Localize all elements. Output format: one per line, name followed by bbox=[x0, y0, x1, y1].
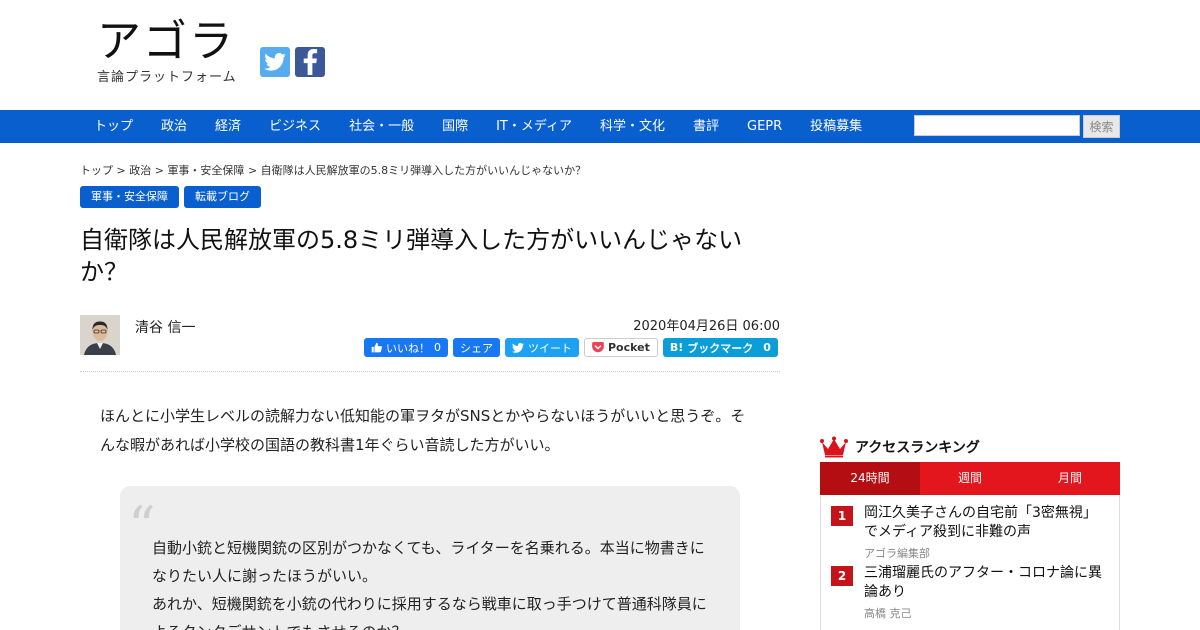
ranking-item-title[interactable]: 三浦瑠麗氏のアフター・コロナ論に異論あり bbox=[864, 564, 1109, 602]
breadcrumb-item-top[interactable]: トップ bbox=[80, 164, 113, 177]
ranking-number: 2 bbox=[831, 566, 853, 586]
hatena-bookmark-button[interactable]: B! ブックマーク 0 bbox=[662, 338, 778, 357]
nav-item-submission[interactable]: 投稿募集 bbox=[796, 110, 876, 143]
twitter-bird-icon bbox=[512, 342, 524, 353]
blockquote-text: 自動小銃と短機関銃の区別がつかなくても、ライターを名乗れる。本当に物書きになりた… bbox=[152, 534, 712, 630]
nav-item-it-media[interactable]: IT・メディア bbox=[482, 110, 586, 143]
ranking-title: アクセスランキング bbox=[855, 440, 980, 456]
site-logo[interactable]: アゴラ 言論プラットフォーム bbox=[97, 16, 237, 86]
nav-item-international[interactable]: 国際 bbox=[428, 110, 482, 143]
breadcrumb-item-current: 自衛隊は人民解放軍の5.8ミリ弾導入した方がいいんじゃないか？ bbox=[260, 164, 587, 177]
ranking-header: アクセスランキング bbox=[820, 436, 980, 458]
crown-icon bbox=[820, 436, 848, 458]
tag-military-security[interactable]: 軍事・安全保障 bbox=[80, 186, 179, 208]
pocket-button[interactable]: Pocket bbox=[584, 338, 658, 357]
nav-item-top[interactable]: トップ bbox=[80, 110, 147, 143]
publish-date: 2020年04月26日 06:00 bbox=[633, 319, 780, 334]
ranking-tabs: 24時間 週間 月間 bbox=[820, 462, 1120, 495]
facebook-share-button[interactable]: シェア bbox=[453, 338, 500, 357]
breadcrumb: トップ > 政治 > 軍事・安全保障 > 自衛隊は人民解放軍の5.8ミリ弾導入し… bbox=[80, 162, 586, 178]
breadcrumb-item-politics[interactable]: 政治 bbox=[129, 164, 151, 177]
pocket-icon bbox=[592, 342, 604, 353]
breadcrumb-separator: > bbox=[247, 164, 258, 177]
site-header: アゴラ 言論プラットフォーム bbox=[0, 0, 1200, 110]
facebook-icon[interactable] bbox=[295, 47, 325, 77]
breadcrumb-separator: > bbox=[116, 164, 126, 177]
nav-item-economy[interactable]: 経済 bbox=[201, 110, 255, 143]
search-input[interactable] bbox=[914, 115, 1080, 136]
search-button[interactable]: 検索 bbox=[1083, 115, 1120, 138]
pocket-label: Pocket bbox=[608, 341, 650, 354]
author-name[interactable]: 清谷 信一 bbox=[135, 317, 195, 337]
article-title: 自衛隊は人民解放軍の5.8ミリ弾導入した方がいいんじゃないか？ bbox=[80, 226, 743, 286]
ranking-item-author: アゴラ編集部 bbox=[864, 547, 930, 560]
tag-reposted-blog[interactable]: 転載ブログ bbox=[184, 186, 261, 208]
nav-item-gepr[interactable]: GEPR bbox=[733, 110, 796, 143]
quote-line: あれか、短機関銃を小銃の代わりに採用するなら戦車に取っ手つけて普通科隊員によるタ… bbox=[152, 595, 707, 630]
ranking-number: 1 bbox=[831, 506, 853, 526]
article-tags: 軍事・安全保障 転載ブログ bbox=[80, 186, 261, 208]
social-links bbox=[260, 47, 325, 77]
nav-item-society[interactable]: 社会・一般 bbox=[335, 110, 428, 143]
like-label: いいね！ bbox=[386, 341, 430, 355]
hatena-label: ブックマーク bbox=[687, 341, 754, 355]
hatena-count: 0 bbox=[763, 341, 771, 354]
article-paragraph: ほんとに小学生レベルの読解力ない低知能の軍ヲタがSNSとかやらないほうがいいと思… bbox=[100, 407, 746, 454]
like-count: 0 bbox=[434, 341, 441, 354]
nav-item-politics[interactable]: 政治 bbox=[147, 110, 201, 143]
author-divider bbox=[80, 371, 780, 372]
share-buttons: いいね！ 0 シェア ツイート Pocket B! ブックマーク 0 bbox=[364, 338, 778, 357]
ranking-item-title[interactable]: 岡江久美子さんの自宅前「3密無視」でメディア殺到に非難の声 bbox=[864, 504, 1109, 542]
ranking-tab-24h[interactable]: 24時間 bbox=[820, 462, 920, 495]
logo-main-text: アゴラ bbox=[97, 16, 235, 67]
ranking-tab-monthly[interactable]: 月間 bbox=[1020, 462, 1120, 495]
quote-line: 自動小銃と短機関銃の区別がつかなくても、ライターを名乗れる。本当に物書きになりた… bbox=[152, 539, 705, 585]
nav-items: トップ 政治 経済 ビジネス 社会・一般 国際 IT・メディア 科学・文化 書評… bbox=[80, 110, 876, 143]
share-label: シェア bbox=[460, 341, 493, 355]
breadcrumb-separator: > bbox=[154, 164, 164, 177]
author-avatar[interactable] bbox=[80, 315, 120, 355]
thumbs-up-icon bbox=[371, 342, 382, 353]
twitter-icon[interactable] bbox=[260, 47, 290, 77]
ranking-tab-weekly[interactable]: 週間 bbox=[920, 462, 1020, 495]
hatena-b-icon: B! bbox=[669, 341, 684, 354]
facebook-like-button[interactable]: いいね！ 0 bbox=[364, 338, 448, 357]
nav-item-business[interactable]: ビジネス bbox=[255, 110, 335, 143]
nav-item-science-culture[interactable]: 科学・文化 bbox=[586, 110, 679, 143]
breadcrumb-item-category[interactable]: 軍事・安全保障 bbox=[167, 164, 244, 177]
tweet-label: ツイート bbox=[528, 341, 572, 355]
nav-item-book-review[interactable]: 書評 bbox=[679, 110, 733, 143]
tweet-button[interactable]: ツイート bbox=[505, 338, 579, 357]
logo-sub-text: 言論プラットフォーム bbox=[97, 70, 237, 85]
ranking-item-author: 高橋 克己 bbox=[864, 607, 912, 620]
